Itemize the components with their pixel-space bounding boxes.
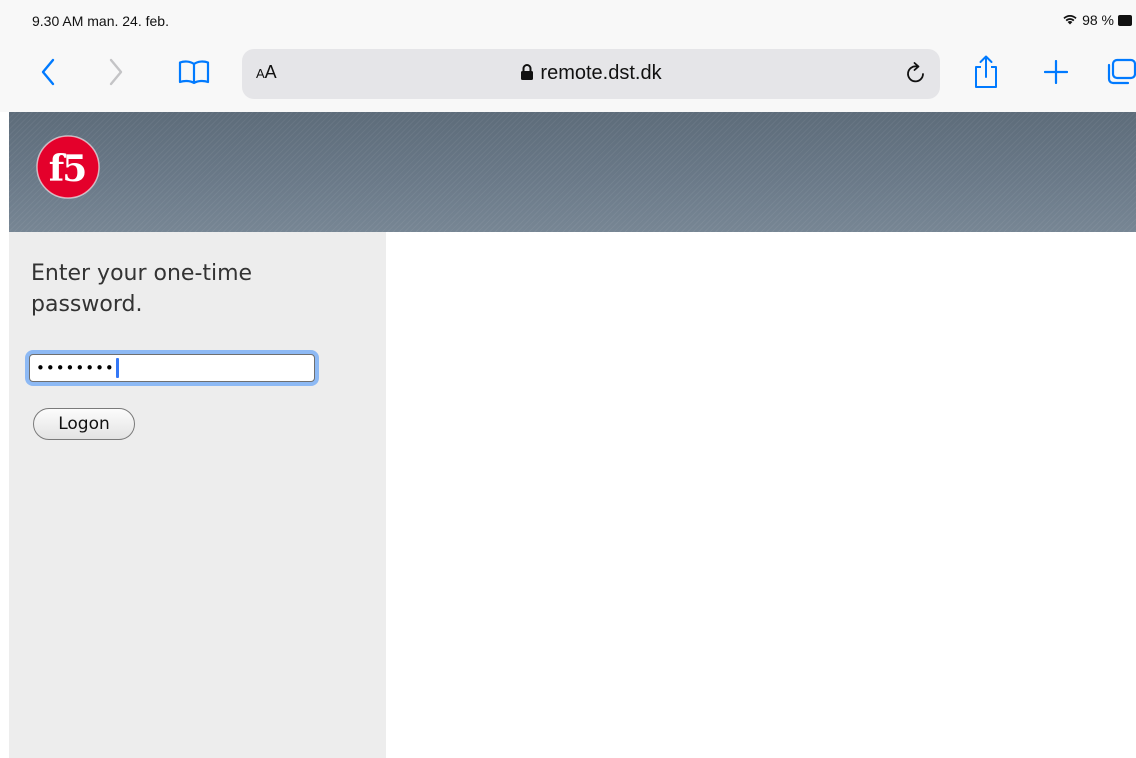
url-display: remote.dst.dk: [242, 62, 940, 85]
screen: 9.30 AM man. 24. feb. 98 % AA remote.dst…: [0, 0, 1136, 758]
otp-prompt: Enter your one-time password.: [31, 261, 253, 317]
status-bar: 9.30 AM man. 24. feb. 98 %: [0, 0, 1136, 36]
password-mask: ••••••••: [36, 359, 115, 377]
text-caret: [115, 358, 119, 378]
wifi-icon: [1062, 12, 1078, 28]
share-icon: [973, 55, 999, 93]
back-button[interactable]: [32, 54, 64, 94]
status-right: 98 %: [1062, 12, 1132, 28]
url-bar[interactable]: AA remote.dst.dk: [242, 49, 940, 99]
lock-icon: [520, 63, 534, 85]
chevron-right-icon: [108, 58, 124, 90]
password-focus-ring: ••••••••: [25, 350, 319, 386]
f5-header-banner: f5: [9, 112, 1136, 232]
logon-button[interactable]: Logon: [33, 408, 135, 440]
tabs-icon: [1104, 58, 1136, 90]
reload-button[interactable]: [902, 60, 930, 88]
bookmarks-button[interactable]: [176, 54, 212, 94]
battery-icon: [1118, 14, 1132, 26]
reload-icon: [905, 60, 927, 88]
browser-toolbar: AA remote.dst.dk: [0, 36, 1136, 112]
new-tab-button[interactable]: [1038, 54, 1074, 94]
book-icon: [178, 59, 210, 89]
tabs-button[interactable]: [1104, 54, 1136, 94]
status-time-date: 9.30 AM man. 24. feb.: [32, 13, 169, 29]
f5-logo: f5: [36, 135, 100, 199]
chevron-left-icon: [40, 58, 56, 90]
url-text: remote.dst.dk: [540, 62, 662, 84]
forward-button[interactable]: [100, 54, 132, 94]
share-button[interactable]: [968, 54, 1004, 94]
battery-percent: 98 %: [1082, 12, 1114, 28]
password-input[interactable]: ••••••••: [29, 354, 315, 382]
svg-text:f5: f5: [49, 148, 86, 190]
login-panel: Enter your one-time password. •••••••• L…: [9, 232, 386, 758]
plus-icon: [1043, 59, 1069, 88]
